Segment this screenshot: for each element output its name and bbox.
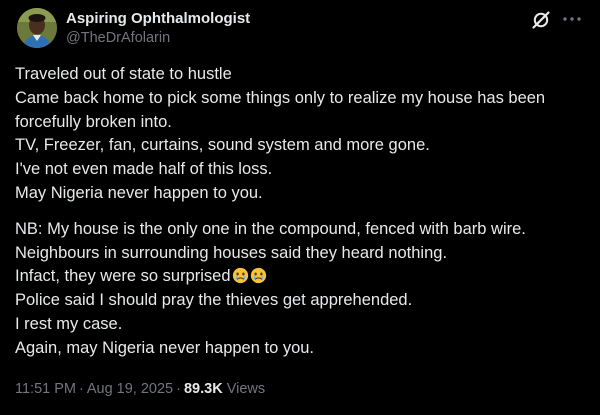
tweet-line: TV, Freezer, fan, curtains, sound system… (15, 136, 430, 155)
tweet-header: Aspiring Ophthalmologist @TheDrAfolarin (15, 4, 585, 58)
tweet-line: May Nigeria never happen to you. (15, 183, 263, 202)
tweet-card: Aspiring Ophthalmologist @TheDrAfolarin … (0, 0, 600, 415)
tweet-text: Traveled out of state to hustle Came bac… (15, 63, 580, 361)
meta-separator: · (79, 381, 84, 397)
author-display-name[interactable]: Aspiring Ophthalmologist (66, 9, 250, 28)
tweet-line: Came back home to pick some things only … (15, 88, 546, 107)
views-label: Views (226, 381, 266, 397)
tweet-date: Aug 19, 2025 (86, 381, 174, 397)
tweet-paragraph-2: NB: My house is the only one in the comp… (15, 218, 580, 361)
avatar-image (17, 8, 57, 48)
tweet-line-text: Infact, they were so surprised (15, 267, 231, 286)
tweet-timestamp[interactable]: 11:51 PM · Aug 19, 2025 (15, 381, 173, 397)
tweet-line: I've not even made half of this loss. (15, 160, 273, 179)
tweet-line: forcefully broken into. (15, 112, 172, 131)
tweet-line: I rest my case. (15, 314, 123, 333)
tweet-views[interactable]: 89.3K Views (184, 381, 265, 397)
tweet-line: NB: My house is the only one in the comp… (15, 219, 526, 238)
tweet-line: Neighbours in surrounding houses said th… (15, 243, 448, 262)
face-holding-back-tears-icon (232, 267, 249, 284)
tweet-time: 11:51 PM (15, 381, 76, 397)
avatar[interactable] (17, 8, 57, 48)
author-handle[interactable]: @TheDrAfolarin (66, 29, 250, 48)
views-count: 89.3K (183, 381, 223, 397)
tweet-paragraph-1: Traveled out of state to hustle Came bac… (15, 63, 580, 206)
more-icon[interactable] (561, 9, 583, 29)
face-holding-back-tears-icon (250, 267, 267, 284)
grok-icon[interactable] (531, 10, 551, 30)
author-names: Aspiring Ophthalmologist @TheDrAfolarin (66, 9, 250, 48)
tweet-line: Again, may Nigeria never happen to you. (15, 338, 315, 357)
tweet-line-with-emoji: Infact, they were so surprised (15, 265, 580, 289)
meta-separator: · (176, 381, 181, 397)
tweet-line: Police said I should pray the thieves ge… (15, 291, 413, 310)
tweet-line: Traveled out of state to hustle (15, 65, 232, 83)
tweet-meta: 11:51 PM · Aug 19, 2025 · 89.3K Views (15, 380, 265, 399)
